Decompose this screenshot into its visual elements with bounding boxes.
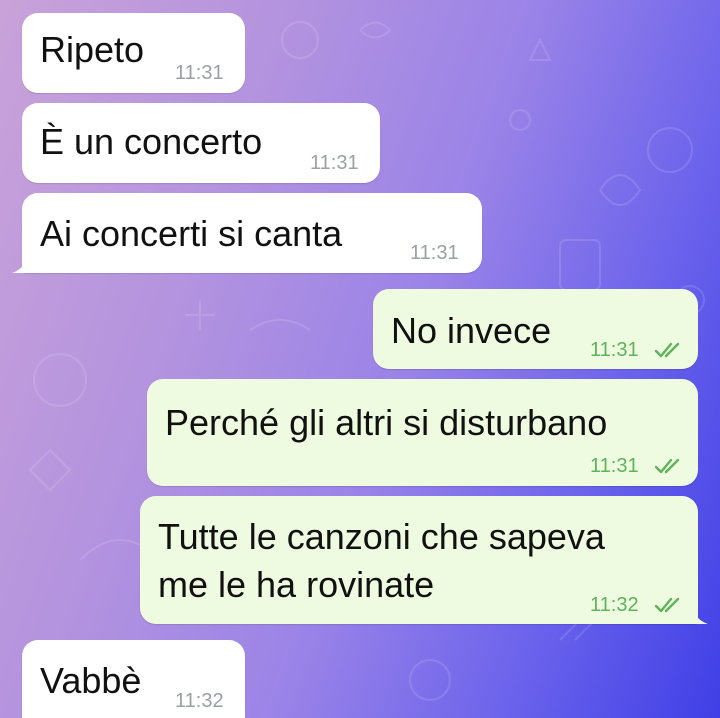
message-bubble-incoming[interactable]: È un concerto 11:31 — [22, 103, 380, 183]
message-text-line: Tutte le canzoni che sapeva — [158, 516, 605, 557]
message-text: Ai concerti si canta — [40, 213, 343, 254]
message-bubble-outgoing[interactable]: Perché gli altri si disturbano 11:31 — [147, 379, 698, 486]
message-text: È un concerto — [40, 121, 263, 162]
double-check-icon — [654, 458, 680, 474]
message-bubble-incoming[interactable]: Ripeto 11:31 — [22, 13, 245, 93]
message-timestamp: 11:31 — [590, 455, 639, 477]
double-check-icon — [654, 597, 680, 613]
message-text: Ripeto — [40, 29, 145, 70]
bubble-tail — [690, 606, 708, 624]
message-bubble-outgoing[interactable]: No invece 11:31 — [373, 289, 698, 369]
bubble-tail — [12, 255, 30, 273]
message-timestamp: 11:31 — [590, 339, 639, 361]
message-timestamp: 11:32 — [590, 594, 639, 616]
double-check-icon — [654, 342, 680, 358]
message-bubble-incoming[interactable]: Ai concerti si canta 11:31 — [12, 193, 482, 273]
message-text: Perché gli altri si disturbano — [165, 402, 608, 443]
message-timestamp: 11:31 — [175, 62, 224, 84]
message-timestamp: 11:31 — [310, 152, 359, 174]
message-text-line: me le ha rovinate — [158, 564, 435, 605]
message-bubble-outgoing[interactable]: Tutte le canzoni che sapeva me le ha rov… — [140, 496, 708, 624]
message-bubble-incoming[interactable]: Vabbè 11:32 — [22, 640, 245, 718]
message-text: Vabbè — [40, 660, 142, 701]
message-timestamp: 11:32 — [175, 690, 224, 712]
message-timestamp: 11:31 — [410, 242, 459, 264]
message-text: No invece — [391, 310, 552, 351]
